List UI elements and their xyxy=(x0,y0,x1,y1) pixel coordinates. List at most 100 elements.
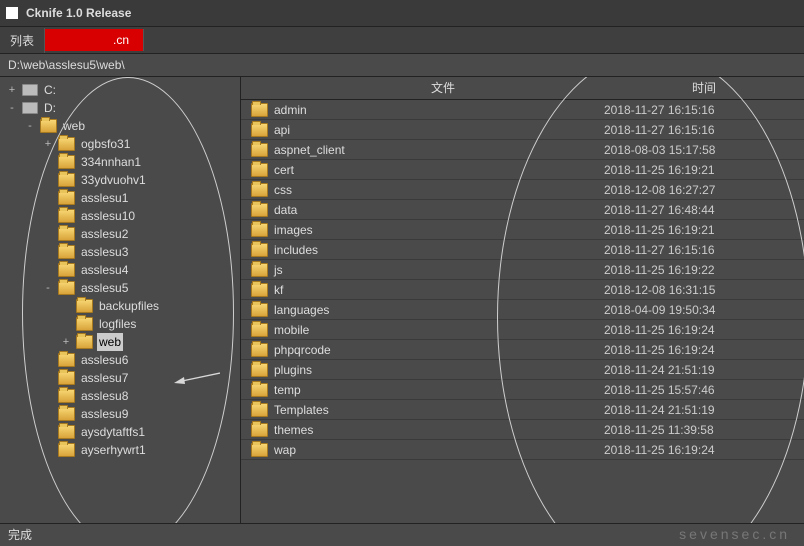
tree-toggle[interactable]: + xyxy=(42,135,54,153)
folder-icon xyxy=(58,443,75,457)
tree-node[interactable]: 33ydvuohv1 xyxy=(6,171,240,189)
file-name: admin xyxy=(274,103,604,117)
file-time: 2018-11-25 16:19:21 xyxy=(604,223,804,237)
tree-label: ogbsfo31 xyxy=(79,135,132,153)
folder-icon xyxy=(76,335,93,349)
tree-node[interactable]: asslesu4 xyxy=(6,261,240,279)
file-time: 2018-11-27 16:15:16 xyxy=(604,103,804,117)
folder-icon xyxy=(58,353,75,367)
tab-list[interactable]: 列表 xyxy=(0,28,45,53)
folder-icon xyxy=(251,363,268,377)
tree-node[interactable]: asslesu10 xyxy=(6,207,240,225)
tree-toggle[interactable]: + xyxy=(60,333,72,351)
folder-icon xyxy=(76,299,93,313)
file-name: aspnet_client xyxy=(274,143,604,157)
header-time[interactable]: 时间 xyxy=(604,77,804,99)
list-row[interactable]: aspnet_client2018-08-03 15:17:58 xyxy=(241,140,804,160)
content: +C:-D:-web+ogbsfo31334nnhan133ydvuohv1as… xyxy=(0,76,804,523)
host-suffix: .cn xyxy=(113,33,129,47)
file-name: languages xyxy=(274,303,604,317)
tree-node[interactable]: asslesu7 xyxy=(6,369,240,387)
folder-icon xyxy=(40,119,57,133)
list-row[interactable]: js2018-11-25 16:19:22 xyxy=(241,260,804,280)
file-name: kf xyxy=(274,283,604,297)
drive-icon xyxy=(22,84,38,96)
folder-icon xyxy=(251,343,268,357)
list-row[interactable]: Templates2018-11-24 21:51:19 xyxy=(241,400,804,420)
folder-icon xyxy=(251,323,268,337)
folder-tree: +C:-D:-web+ogbsfo31334nnhan133ydvuohv1as… xyxy=(0,77,241,523)
tree-node[interactable]: asslesu9 xyxy=(6,405,240,423)
tree-node[interactable]: +C: xyxy=(6,81,240,99)
folder-icon xyxy=(251,403,268,417)
list-row[interactable]: wap2018-11-25 16:19:24 xyxy=(241,440,804,460)
file-name: api xyxy=(274,123,604,137)
folder-icon xyxy=(251,143,268,157)
file-time: 2018-11-27 16:48:44 xyxy=(604,203,804,217)
tree-toggle[interactable]: - xyxy=(6,99,18,117)
tree-node[interactable]: +web xyxy=(6,333,240,351)
list-row[interactable]: temp2018-11-25 15:57:46 xyxy=(241,380,804,400)
tree-node[interactable]: logfiles xyxy=(6,315,240,333)
tree-label: asslesu7 xyxy=(79,369,130,387)
file-time: 2018-11-25 16:19:24 xyxy=(604,443,804,457)
list-row[interactable]: includes2018-11-27 16:15:16 xyxy=(241,240,804,260)
list-row[interactable]: languages2018-04-09 19:50:34 xyxy=(241,300,804,320)
tree-node[interactable]: backupfiles xyxy=(6,297,240,315)
tree-node[interactable]: -D: xyxy=(6,99,240,117)
list-row[interactable]: plugins2018-11-24 21:51:19 xyxy=(241,360,804,380)
list-row[interactable]: images2018-11-25 16:19:21 xyxy=(241,220,804,240)
tree-toggle[interactable]: + xyxy=(6,81,18,99)
file-time: 2018-11-25 11:39:58 xyxy=(604,423,804,437)
file-name: js xyxy=(274,263,604,277)
tree-label: asslesu8 xyxy=(79,387,130,405)
list-row[interactable]: data2018-11-27 16:48:44 xyxy=(241,200,804,220)
file-time: 2018-11-25 15:57:46 xyxy=(604,383,804,397)
status-bar: 完成 xyxy=(0,523,804,546)
list-header: 文件 时间 xyxy=(241,77,804,100)
list-row[interactable]: phpqrcode2018-11-25 16:19:24 xyxy=(241,340,804,360)
tree-node[interactable]: aysdytaftfs1 xyxy=(6,423,240,441)
file-time: 2018-12-08 16:31:15 xyxy=(604,283,804,297)
folder-icon xyxy=(251,203,268,217)
file-time: 2018-04-09 19:50:34 xyxy=(604,303,804,317)
tree-toggle[interactable]: - xyxy=(42,279,54,297)
tree-label: asslesu3 xyxy=(79,243,130,261)
header-name[interactable]: 文件 xyxy=(241,77,604,99)
tree-node[interactable]: 334nnhan1 xyxy=(6,153,240,171)
tree-node[interactable]: asslesu8 xyxy=(6,387,240,405)
tree-label: asslesu2 xyxy=(79,225,130,243)
tree-node[interactable]: asslesu2 xyxy=(6,225,240,243)
list-row[interactable]: kf2018-12-08 16:31:15 xyxy=(241,280,804,300)
tree-toggle[interactable]: - xyxy=(24,117,36,135)
file-time: 2018-12-08 16:27:27 xyxy=(604,183,804,197)
tree-node[interactable]: + ogbsfo31 xyxy=(6,135,240,153)
list-row[interactable]: css2018-12-08 16:27:27 xyxy=(241,180,804,200)
file-name: wap xyxy=(274,443,604,457)
list-row[interactable]: admin2018-11-27 16:15:16 xyxy=(241,100,804,120)
tree-node[interactable]: asslesu6 xyxy=(6,351,240,369)
tree-node[interactable]: asslesu1 xyxy=(6,189,240,207)
folder-icon xyxy=(58,389,75,403)
file-name: mobile xyxy=(274,323,604,337)
file-name: includes xyxy=(274,243,604,257)
list-row[interactable]: cert2018-11-25 16:19:21 xyxy=(241,160,804,180)
tree-node[interactable]: asslesu3 xyxy=(6,243,240,261)
tab-host[interactable]: xxxxxxxxx.cn xyxy=(45,29,144,51)
path-bar[interactable]: D:\web\asslesu5\web\ xyxy=(0,54,804,76)
folder-icon xyxy=(251,123,268,137)
list-row[interactable]: api2018-11-27 16:15:16 xyxy=(241,120,804,140)
folder-icon xyxy=(251,263,268,277)
list-row[interactable]: mobile2018-11-25 16:19:24 xyxy=(241,320,804,340)
tree-label: asslesu5 xyxy=(79,279,130,297)
tree-label: 334nnhan1 xyxy=(79,153,143,171)
list-row[interactable]: themes2018-11-25 11:39:58 xyxy=(241,420,804,440)
tree-node[interactable]: - asslesu5 xyxy=(6,279,240,297)
tree-node[interactable]: ayserhywrt1 xyxy=(6,441,240,459)
tree-label: asslesu10 xyxy=(79,207,137,225)
tree-node[interactable]: -web xyxy=(6,117,240,135)
title-bar[interactable]: Cknife 1.0 Release xyxy=(0,0,804,27)
file-time: 2018-11-25 16:19:24 xyxy=(604,323,804,337)
folder-icon xyxy=(58,425,75,439)
folder-icon xyxy=(58,191,75,205)
